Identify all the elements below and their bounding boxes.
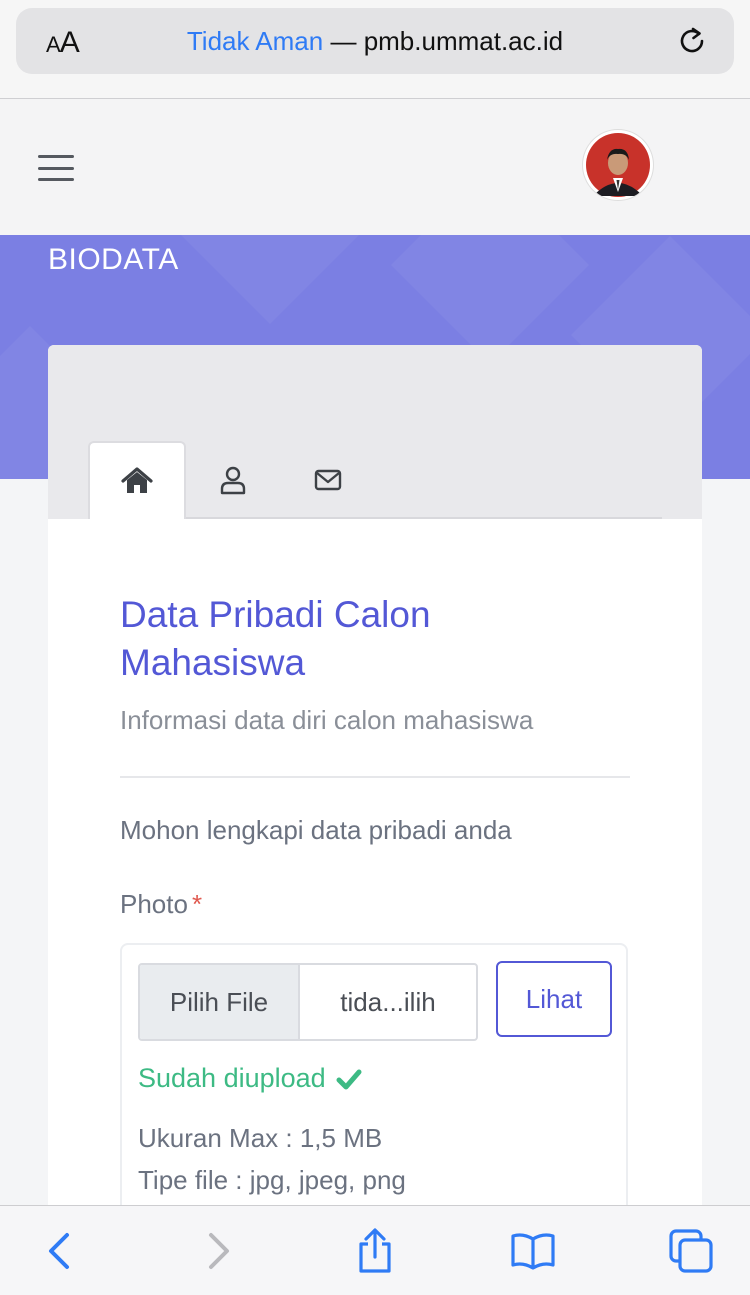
user-icon bbox=[220, 466, 246, 495]
chevron-left-icon bbox=[49, 1233, 69, 1269]
choose-file-button[interactable]: Pilih File bbox=[140, 965, 300, 1039]
upload-status: Sudah diupload bbox=[138, 1063, 362, 1094]
upload-status-text: Sudah diupload bbox=[138, 1063, 326, 1093]
page-title: BIODATA bbox=[48, 243, 179, 276]
photo-file-input[interactable]: Pilih File tida...ilih bbox=[138, 963, 478, 1041]
book-icon bbox=[511, 1233, 555, 1270]
domain-label: pmb.ummat.ac.id bbox=[363, 26, 564, 56]
top-navbar bbox=[0, 99, 750, 235]
envelope-icon bbox=[314, 469, 342, 491]
selected-file-name: tida...ilih bbox=[340, 986, 436, 1017]
bookmarks-button[interactable] bbox=[506, 1224, 560, 1278]
file-type-info: Tipe file : jpg, jpeg, png bbox=[138, 1165, 406, 1195]
photo-label: Photo * bbox=[120, 889, 202, 920]
browser-address-area: AA Tidak Aman — pmb.ummat.ac.id bbox=[0, 0, 750, 99]
check-icon bbox=[336, 1069, 362, 1089]
biodata-card: Data Pribadi Calon Mahasiswa Informasi d… bbox=[48, 345, 702, 1294]
reload-icon[interactable] bbox=[674, 23, 710, 59]
url-separator: — bbox=[330, 26, 357, 56]
security-label: Tidak Aman bbox=[186, 26, 324, 56]
chevron-right-icon bbox=[209, 1233, 229, 1269]
browser-toolbar bbox=[0, 1205, 750, 1295]
tabs-icon bbox=[669, 1229, 713, 1273]
home-icon bbox=[121, 467, 153, 493]
address-bar[interactable]: AA Tidak Aman — pmb.ummat.ac.id bbox=[16, 8, 734, 74]
section-title: Data Pribadi Calon Mahasiswa bbox=[120, 594, 431, 683]
share-button[interactable] bbox=[348, 1224, 402, 1278]
section-divider bbox=[120, 776, 630, 778]
max-size-info: Ukuran Max : 1,5 MB bbox=[138, 1123, 383, 1153]
tab-contact[interactable] bbox=[279, 441, 377, 519]
required-mark: * bbox=[191, 889, 203, 919]
hamburger-menu-icon[interactable] bbox=[38, 155, 74, 181]
tabs-button[interactable] bbox=[664, 1224, 718, 1278]
user-avatar[interactable] bbox=[583, 130, 653, 200]
forward-button[interactable] bbox=[192, 1224, 246, 1278]
tab-home[interactable] bbox=[88, 441, 186, 519]
url-display[interactable]: Tidak Aman — pmb.ummat.ac.id bbox=[16, 26, 734, 57]
share-icon bbox=[359, 1228, 391, 1273]
view-photo-button[interactable]: Lihat bbox=[496, 961, 612, 1037]
instruction-text: Mohon lengkapi data pribadi anda bbox=[120, 815, 512, 845]
back-button[interactable] bbox=[32, 1224, 86, 1278]
photo-label-text: Photo bbox=[120, 889, 188, 919]
section-subtitle: Informasi data diri calon mahasiswa bbox=[120, 705, 534, 735]
tab-profile[interactable] bbox=[184, 441, 282, 519]
